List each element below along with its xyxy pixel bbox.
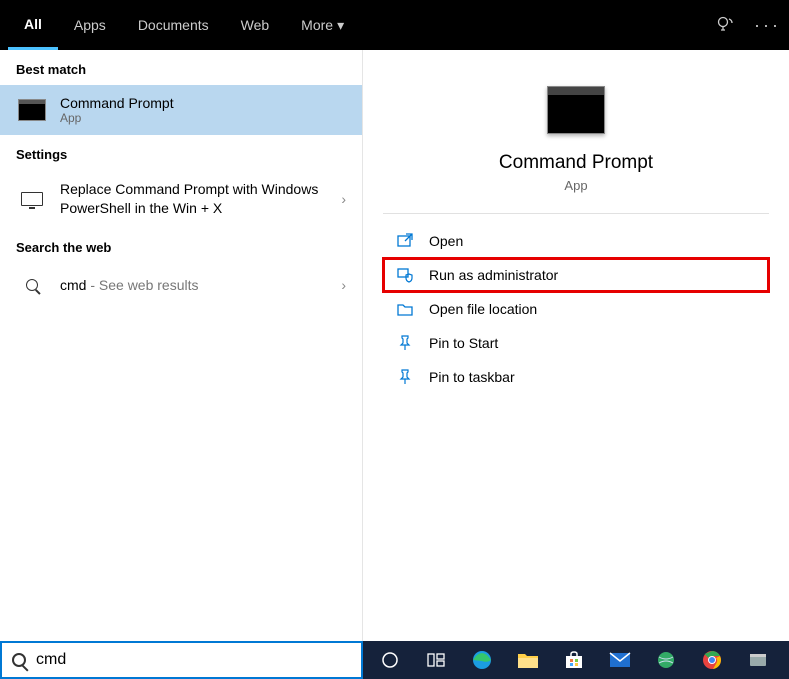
tab-web[interactable]: Web [225,0,286,50]
app-icon [748,650,768,670]
tab-label: All [24,16,42,32]
taskbar [363,641,789,679]
globe-icon [656,650,676,670]
tab-all[interactable]: All [8,0,58,50]
tab-label: Documents [138,17,209,33]
folder-icon [517,651,539,669]
action-list: Open Run as administrator Open file loca… [383,224,769,394]
folder-icon [395,301,415,317]
best-match-header: Best match [0,50,362,85]
cortana-icon [381,651,399,669]
tab-label: Apps [74,17,106,33]
open-icon [395,233,415,249]
result-title: cmd - See web results [60,277,341,293]
chevron-down-icon: ▾ [337,17,344,34]
preview-panel: Command Prompt App Open Run as administr… [363,50,789,641]
search-content: Best match Command Prompt App Settings R… [0,50,789,641]
chevron-right-icon: › [341,191,346,207]
taskbar-edge[interactable] [461,641,503,679]
preview-subtitle: App [383,178,769,193]
result-title: Replace Command Prompt with Windows Powe… [60,180,341,218]
pin-start-icon [395,335,415,351]
command-prompt-icon [16,98,48,122]
action-label: Open file location [429,301,537,317]
action-open[interactable]: Open [383,224,769,258]
result-subtitle: App [60,111,346,125]
monitor-icon [16,187,48,211]
store-icon [564,650,584,670]
tab-apps[interactable]: Apps [58,0,122,50]
tab-label: More [301,17,333,33]
action-label: Open [429,233,463,249]
action-label: Pin to taskbar [429,369,515,385]
more-options-icon[interactable]: ··· [754,15,781,36]
search-input[interactable] [36,651,351,669]
preview-icon-container [383,86,769,134]
taskbar-chrome[interactable] [691,641,733,679]
web-query: cmd [60,277,86,293]
result-web-cmd[interactable]: cmd - See web results › [0,263,362,307]
action-run-as-administrator[interactable]: Run as administrator [383,258,769,292]
task-view-icon [427,653,445,667]
settings-header: Settings [0,135,362,170]
tab-documents[interactable]: Documents [122,0,225,50]
search-icon [12,653,26,667]
taskbar-cortana[interactable] [369,641,411,679]
action-label: Run as administrator [429,267,558,283]
action-pin-to-start[interactable]: Pin to Start [383,326,769,360]
taskbar-app-generic-2[interactable] [737,641,779,679]
web-hint: - See web results [86,277,198,293]
edge-icon [471,649,493,671]
web-header: Search the web [0,228,362,263]
taskbar-app-generic[interactable] [645,641,687,679]
command-prompt-icon [547,86,605,134]
results-panel: Best match Command Prompt App Settings R… [0,50,363,641]
admin-shield-icon [395,267,415,283]
taskbar-store[interactable] [553,641,595,679]
action-open-file-location[interactable]: Open file location [383,292,769,326]
mail-icon [609,652,631,668]
result-command-prompt[interactable]: Command Prompt App [0,85,362,135]
taskbar-file-explorer[interactable] [507,641,549,679]
action-label: Pin to Start [429,335,498,351]
feedback-icon[interactable] [716,15,736,35]
tab-label: Web [241,17,270,33]
search-bar[interactable] [0,641,363,679]
search-icon [16,273,48,297]
tab-more[interactable]: More ▾ [285,0,360,50]
chrome-icon [702,650,722,670]
divider [383,213,769,214]
result-setting-replace-cmd[interactable]: Replace Command Prompt with Windows Powe… [0,170,362,228]
taskbar-mail[interactable] [599,641,641,679]
pin-taskbar-icon [395,369,415,385]
chevron-right-icon: › [341,277,346,293]
action-pin-to-taskbar[interactable]: Pin to taskbar [383,360,769,394]
preview-title: Command Prompt [383,152,769,174]
taskbar-task-view[interactable] [415,641,457,679]
search-header: All Apps Documents Web More ▾ ··· [0,0,789,50]
result-title: Command Prompt [60,95,346,111]
